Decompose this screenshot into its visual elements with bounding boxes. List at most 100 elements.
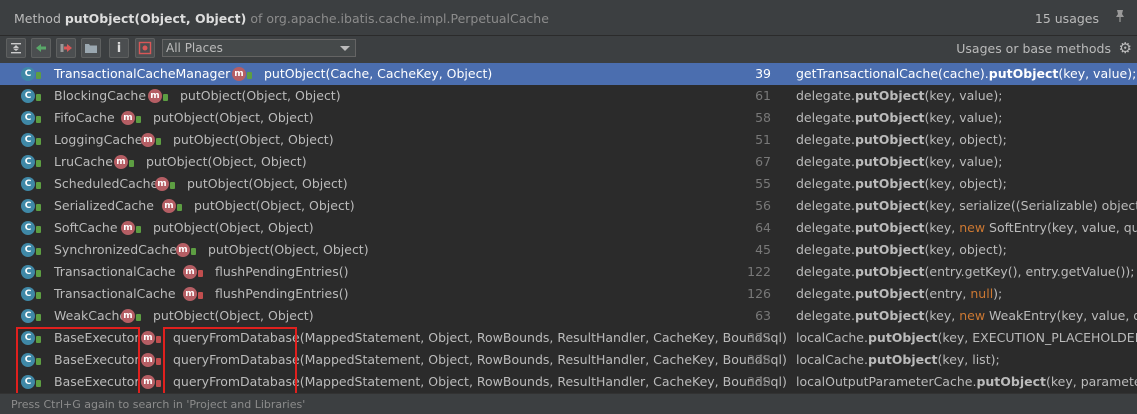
code-match: putObject — [855, 286, 925, 301]
public-access-icon — [177, 204, 182, 211]
pin-icon[interactable] — [1113, 9, 1127, 23]
row-line-number: 322 — [747, 330, 771, 345]
code-match: putObject — [855, 308, 925, 323]
usage-row[interactable]: CFifoCachemputObject(Object, Object)58de… — [0, 107, 1137, 129]
usages-popup-header: Method putObject(Object, Object) of org.… — [0, 0, 1137, 36]
code-suffix: (key, value); — [925, 154, 1003, 169]
code-suffix: (key, EXECUTION_PLACEHOLDER); — [938, 330, 1137, 345]
usage-row[interactable]: CSerializedCachemputObject(Object, Objec… — [0, 195, 1137, 217]
usage-row[interactable]: CTransactionalCachemflushPendingEntries(… — [0, 283, 1137, 305]
row-class-name: TransactionalCacheManager — [54, 66, 230, 81]
scope-select[interactable]: All Places — [162, 39, 356, 57]
row-code-snippet: delegate.putObject(key, object); — [796, 132, 1007, 147]
code-prefix: delegate. — [796, 308, 855, 323]
code-tail: WeakEntry(key, value, queue — [985, 308, 1137, 323]
jump-out-button[interactable] — [56, 38, 76, 58]
code-match: putObject — [868, 352, 938, 367]
code-suffix: (key, object); — [925, 242, 1007, 257]
usage-row[interactable]: CWeakCachemputObject(Object, Object)63de… — [0, 305, 1137, 327]
private-access-icon — [198, 270, 203, 277]
status-text: Press Ctrl+G again to search in 'Project… — [11, 398, 305, 411]
group-by-package-button[interactable] — [81, 38, 101, 58]
row-code-snippet: delegate.putObject(key, new WeakEntry(ke… — [796, 308, 1137, 323]
row-method-signature: putObject(Object, Object) — [153, 308, 314, 323]
usage-row[interactable]: CTransactionalCachemflushPendingEntries(… — [0, 261, 1137, 283]
row-method-signature: putObject(Object, Object) — [146, 154, 307, 169]
row-method-signature: putObject(Cache, CacheKey, Object) — [264, 66, 492, 81]
highlight-icon — [138, 41, 152, 55]
method-icon: m — [155, 177, 169, 191]
method-icon: m — [121, 221, 135, 235]
code-match: putObject — [855, 88, 925, 103]
row-code-snippet: localCache.putObject(key, EXECUTION_PLAC… — [796, 330, 1137, 345]
jump-in-button[interactable] — [31, 38, 51, 58]
row-class-name: SynchronizedCache — [54, 242, 177, 257]
method-icon: m — [121, 111, 135, 125]
row-class-name: SoftCache — [54, 220, 118, 235]
usages-count: 15 usages — [1035, 11, 1099, 26]
code-prefix: localOutputParameterCache. — [796, 374, 976, 389]
code-suffix: (key, object); — [925, 176, 1007, 191]
scope-select-value: All Places — [166, 41, 223, 55]
code-prefix: getTransactionalCache(cache). — [796, 66, 989, 81]
class-icon: C — [21, 265, 35, 279]
code-tail: SoftEntry(key, value, queueOf — [985, 220, 1137, 235]
info-icon: i — [117, 41, 121, 56]
row-method-signature: flushPendingEntries() — [215, 264, 349, 279]
folder-icon — [84, 41, 98, 55]
code-prefix: delegate. — [796, 220, 855, 235]
code-keyword: null — [970, 286, 993, 301]
expand-all-button[interactable] — [6, 38, 26, 58]
code-suffix: (key, — [925, 220, 960, 235]
usage-row[interactable]: CBlockingCachemputObject(Object, Object)… — [0, 85, 1137, 107]
method-icon: m — [183, 287, 197, 301]
row-line-number: 58 — [755, 110, 771, 125]
class-icon: C — [21, 221, 35, 235]
public-access-icon — [191, 248, 196, 255]
row-line-number: 63 — [755, 308, 771, 323]
code-suffix: (key, list); — [938, 352, 1000, 367]
row-code-snippet: delegate.putObject(key, value); — [796, 110, 1002, 125]
code-match: putObject — [855, 132, 925, 147]
public-access-icon — [136, 314, 141, 321]
usage-row[interactable]: CSoftCachemputObject(Object, Object)64de… — [0, 217, 1137, 239]
usage-row[interactable]: C TransactionalCacheManagerm putObject(Cac… — [0, 63, 1137, 85]
row-line-number: 67 — [755, 154, 771, 169]
private-access-icon — [156, 380, 161, 387]
row-line-number: 330 — [747, 374, 771, 389]
title-class: of org.apache.ibatis.cache.impl.Perpetua… — [246, 11, 549, 26]
gear-icon[interactable]: ⚙ — [1119, 40, 1132, 56]
public-access-icon — [163, 94, 168, 101]
code-match: putObject — [855, 198, 925, 213]
public-access-icon — [36, 226, 41, 233]
code-match: putObject — [855, 154, 925, 169]
class-icon: C — [21, 199, 35, 213]
method-icon: m — [183, 265, 197, 279]
private-access-icon — [156, 336, 161, 343]
method-icon: m — [176, 243, 190, 257]
private-access-icon — [156, 358, 161, 365]
class-icon: C — [21, 67, 35, 81]
row-class-name: TransactionalCache — [54, 286, 176, 301]
usage-row[interactable]: CLoggingCachemputObject(Object, Object)5… — [0, 129, 1137, 151]
class-icon: C — [21, 287, 35, 301]
row-code-snippet: localOutputParameterCache.putObject(key,… — [796, 374, 1137, 389]
public-access-icon — [170, 182, 175, 189]
highlight-button[interactable] — [135, 38, 155, 58]
status-bar: Press Ctrl+G again to search in 'Project… — [0, 393, 1137, 414]
class-icon: C — [21, 243, 35, 257]
usage-row[interactable]: CSynchronizedCachemputObject(Object, Obj… — [0, 239, 1137, 261]
code-match: putObject — [855, 220, 925, 235]
info-button[interactable]: i — [109, 38, 129, 58]
code-prefix: localCache. — [796, 352, 868, 367]
popup-title: Method putObject(Object, Object) of org.… — [14, 11, 549, 26]
row-code-snippet: delegate.putObject(key, new SoftEntry(ke… — [796, 220, 1137, 235]
public-access-icon — [36, 270, 41, 277]
row-code-snippet: localCache.putObject(key, list); — [796, 352, 1000, 367]
method-icon: m — [232, 67, 246, 81]
row-code-snippet: delegate.putObject(key, object); — [796, 176, 1007, 191]
code-suffix: (key, value); — [1058, 66, 1136, 81]
row-method-signature: putObject(Object, Object) — [173, 132, 334, 147]
usage-row[interactable]: CScheduledCachemputObject(Object, Object… — [0, 173, 1137, 195]
usage-row[interactable]: CLruCachemputObject(Object, Object)67del… — [0, 151, 1137, 173]
